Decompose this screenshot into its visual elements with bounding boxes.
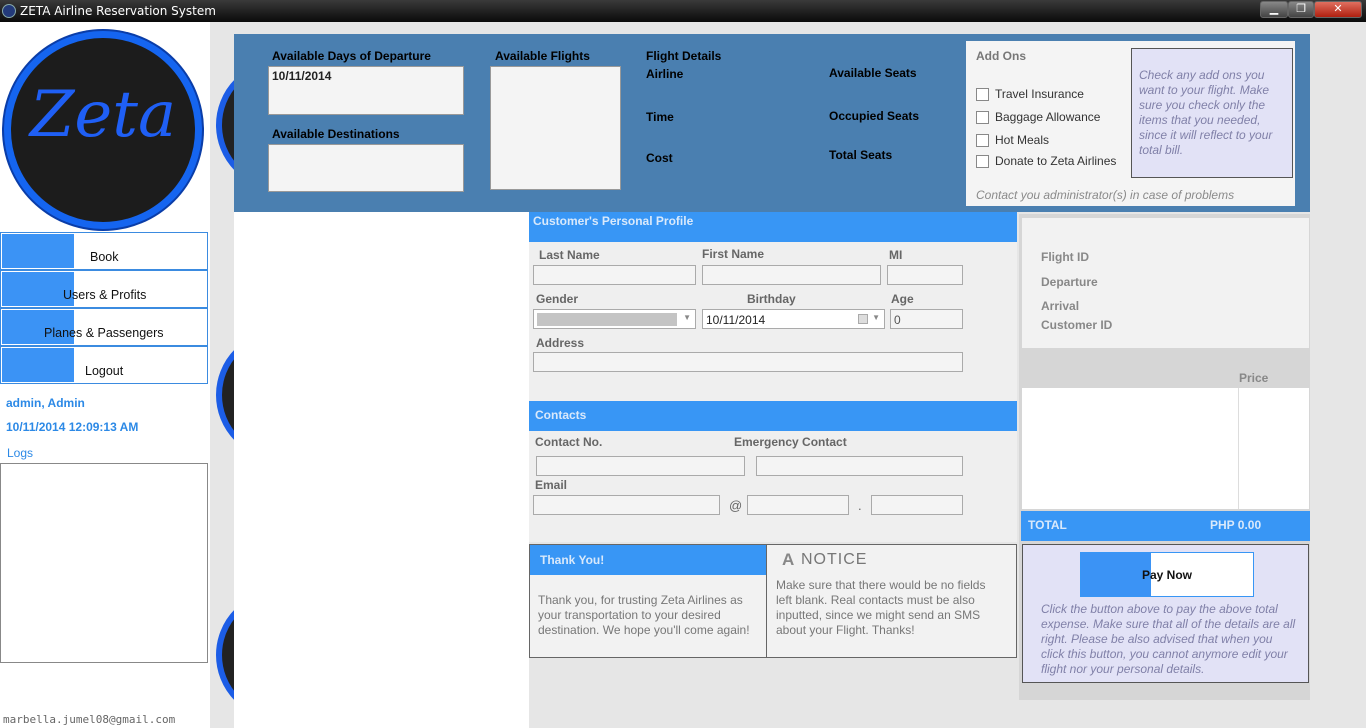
- profile-panel: [529, 212, 1017, 542]
- arrival-label: Arrival: [1041, 299, 1080, 313]
- logs-box[interactable]: [0, 463, 208, 663]
- admin-contact-note: Contact you administrator(s) in case of …: [976, 188, 1235, 202]
- title-bar: ZETA Airline Reservation System ▁ ❐ ✕: [0, 0, 1366, 22]
- profile-header: Customer's Personal Profile: [529, 212, 1017, 242]
- available-seats-label: Available Seats: [829, 66, 917, 80]
- emergency-contact-input[interactable]: [756, 456, 963, 476]
- nav-users-profits-label: Users & Profits: [63, 288, 147, 302]
- addons-title: Add Ons: [976, 49, 1026, 63]
- price-column-header: Price: [1239, 371, 1269, 385]
- addon-travel-insurance[interactable]: Travel Insurance: [976, 87, 1084, 101]
- email-domain-input[interactable]: [747, 495, 849, 515]
- last-name-label: Last Name: [539, 248, 600, 262]
- zeta-logo: Zeta: [4, 31, 202, 229]
- current-datetime: 10/11/2014 12:09:13 AM: [6, 420, 139, 434]
- notice-text: Make sure that there would be no fields …: [776, 578, 986, 637]
- departure-days-label: Available Days of Departure: [272, 49, 431, 63]
- first-name-label: First Name: [702, 247, 765, 261]
- chevron-down-icon[interactable]: ▼: [872, 313, 880, 322]
- departure-day-item[interactable]: 10/11/2014: [269, 67, 463, 85]
- close-button[interactable]: ✕: [1314, 1, 1362, 18]
- total-value: PHP 0.00: [1210, 518, 1262, 532]
- pay-now-button[interactable]: Pay Now: [1080, 552, 1254, 597]
- nav-users-profits-button[interactable]: Users & Profits: [0, 270, 208, 308]
- last-name-input[interactable]: [533, 265, 696, 285]
- user-name: admin, Admin: [6, 396, 85, 410]
- payment-note: Click the button above to pay the above …: [1041, 602, 1296, 676]
- airline-label: Airline: [646, 67, 684, 81]
- mi-label: MI: [889, 248, 903, 262]
- cost-label: Cost: [646, 151, 673, 165]
- customer-id-label: Customer ID: [1041, 318, 1113, 332]
- nav-logout-button[interactable]: Logout: [0, 346, 208, 384]
- nav-logout-label: Logout: [85, 364, 124, 378]
- checkbox[interactable]: [976, 154, 989, 168]
- addons-note: Check any add ons you want to your fligh…: [1131, 48, 1293, 178]
- flight-id-label: Flight ID: [1041, 250, 1089, 264]
- thanks-text: Thank you, for trusting Zeta Airlines as…: [538, 593, 750, 637]
- addon-label: Travel Insurance: [995, 87, 1084, 101]
- time-label: Time: [646, 110, 674, 124]
- blank-panel: [234, 212, 529, 728]
- contact-no-label: Contact No.: [535, 435, 603, 449]
- total-bar: TOTAL PHP 0.00: [1021, 511, 1310, 541]
- address-label: Address: [536, 336, 585, 350]
- mi-input[interactable]: [887, 265, 963, 285]
- destinations-list[interactable]: [268, 144, 464, 192]
- emergency-contact-label: Emergency Contact: [734, 435, 847, 449]
- window-title: ZETA Airline Reservation System: [20, 4, 216, 18]
- nav-book-label: Book: [90, 250, 119, 264]
- checkbox[interactable]: [976, 133, 989, 147]
- age-label: Age: [891, 292, 914, 306]
- flight-details-title: Flight Details: [646, 49, 722, 63]
- flights-list[interactable]: [490, 66, 621, 190]
- checkbox[interactable]: [976, 110, 989, 124]
- footer-email: marbella.jumel08@gmail.com: [3, 713, 176, 726]
- first-name-input[interactable]: [702, 265, 881, 285]
- minimize-button[interactable]: ▁: [1260, 1, 1288, 18]
- total-seats-label: Total Seats: [829, 148, 893, 162]
- pay-now-label: Pay Now: [1142, 568, 1193, 582]
- notice-title: NOTICE: [801, 551, 868, 568]
- calendar-icon[interactable]: [858, 314, 868, 324]
- addon-baggage-allowance[interactable]: Baggage Allowance: [976, 110, 1100, 124]
- departure-days-list[interactable]: 10/11/2014: [268, 66, 464, 115]
- price-table[interactable]: [1022, 388, 1309, 509]
- email-user-input[interactable]: [533, 495, 720, 515]
- nav-planes-passengers-button[interactable]: Planes & Passengers: [0, 308, 208, 346]
- total-label: TOTAL: [1028, 518, 1067, 532]
- checkbox[interactable]: [976, 87, 989, 101]
- gender-label: Gender: [536, 292, 579, 306]
- departure-label: Departure: [1041, 275, 1098, 289]
- contacts-header: Contacts: [529, 401, 1017, 431]
- addon-donate[interactable]: Donate to Zeta Airlines: [976, 154, 1116, 168]
- maximize-button[interactable]: ❐: [1288, 1, 1314, 18]
- nav-book-button[interactable]: Book: [0, 232, 208, 270]
- at-sign: @: [729, 498, 743, 513]
- flights-label: Available Flights: [495, 49, 590, 63]
- addon-label: Hot Meals: [995, 133, 1050, 147]
- addon-hot-meals[interactable]: Hot Meals: [976, 133, 1049, 147]
- notice-icon: A: [782, 550, 795, 569]
- email-tld-input[interactable]: [871, 495, 963, 515]
- addon-label: Baggage Allowance: [995, 110, 1101, 124]
- age-input[interactable]: 0: [890, 309, 963, 329]
- birthday-label: Birthday: [747, 292, 796, 306]
- address-input[interactable]: [533, 352, 963, 372]
- occupied-seats-label: Occupied Seats: [829, 109, 920, 123]
- birthday-datepicker[interactable]: 10/11/2014 ▼: [702, 309, 885, 329]
- addon-label: Donate to Zeta Airlines: [995, 154, 1117, 168]
- email-label: Email: [535, 478, 568, 492]
- contact-no-input[interactable]: [536, 456, 745, 476]
- chevron-down-icon: ▼: [683, 313, 691, 322]
- app-icon: [2, 4, 16, 18]
- dot-sign: .: [858, 498, 862, 513]
- thanks-header: Thank You!: [530, 545, 766, 575]
- logo-text: Zeta: [29, 78, 177, 152]
- logs-label: Logs: [7, 446, 34, 460]
- gender-select[interactable]: ▼: [533, 309, 696, 329]
- nav-planes-passengers-label: Planes & Passengers: [44, 326, 164, 340]
- destinations-label: Available Destinations: [272, 127, 400, 141]
- birthday-value: 10/11/2014: [706, 313, 766, 327]
